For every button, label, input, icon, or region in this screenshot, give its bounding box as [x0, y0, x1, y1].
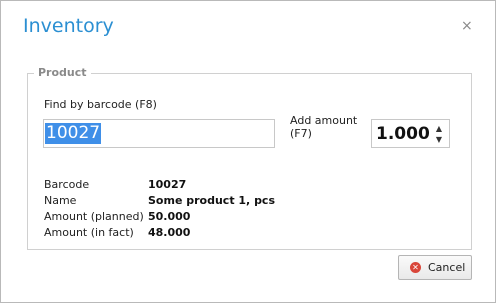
dialog-title: Inventory [23, 15, 114, 37]
inventory-dialog: Inventory × Product Find by barcode (F8)… [0, 0, 496, 303]
close-icon[interactable]: × [461, 19, 473, 33]
cancel-circle-icon: ✕ [410, 262, 421, 273]
amount-planned-label: Amount (planned) [44, 210, 144, 223]
barcode-input[interactable]: 10027 [43, 119, 275, 148]
amount-in-fact-value: 48.000 [148, 226, 191, 239]
amount-planned-value: 50.000 [148, 210, 191, 223]
cancel-label: Cancel [428, 261, 466, 274]
name-label: Name [44, 194, 77, 207]
barcode-input-value: 10027 [45, 123, 102, 144]
add-amount-value: 1.000 [376, 124, 430, 144]
decrement-arrow-icon[interactable]: ▼ [433, 134, 445, 145]
barcode-label: Barcode [44, 178, 90, 191]
product-group: Product Find by barcode (F8) 10027 Add a… [27, 66, 472, 250]
product-legend: Product [34, 66, 91, 79]
cancel-button[interactable]: ✕ Cancel [398, 255, 472, 280]
increment-arrow-icon[interactable]: ▲ [433, 123, 445, 134]
barcode-value: 10027 [148, 178, 187, 191]
amount-in-fact-label: Amount (in fact) [44, 226, 134, 239]
find-by-barcode-label: Find by barcode (F8) [44, 98, 157, 111]
add-amount-spinner[interactable]: 1.000 ▲ ▼ [371, 119, 450, 148]
name-value: Some product 1, pcs [148, 194, 276, 207]
add-amount-label: Add amount (F7) [290, 114, 358, 140]
